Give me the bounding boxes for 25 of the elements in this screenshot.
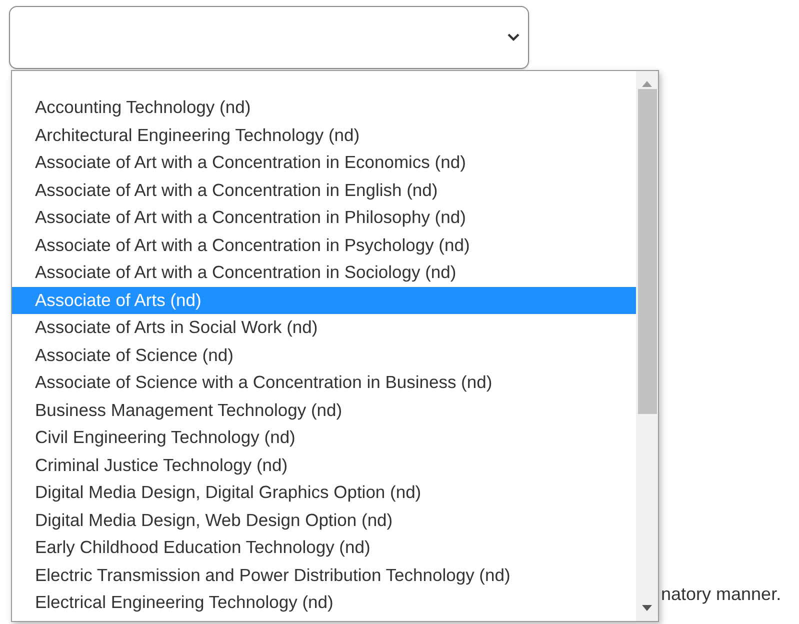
dropdown-option[interactable]: Electric Transmission and Power Distribution Technology (nd)	[12, 562, 636, 589]
dropdown-option[interactable]: Electrical Engineering Technology (nd)	[12, 589, 636, 616]
dropdown-option[interactable]: Civil Engineering Technology (nd)	[12, 424, 636, 452]
scroll-up-icon[interactable]	[642, 80, 652, 87]
dropdown-option[interactable]: Criminal Justice Technology (nd)	[12, 452, 636, 479]
dropdown-option[interactable]: Associate of Art with a Concentration in English (nd)	[12, 176, 636, 204]
dropdown-option[interactable]: Associate of Art with a Concentration in Psychology (nd)	[12, 232, 636, 259]
dropdown-option[interactable]: Associate of Arts in Social Work (nd)	[12, 314, 636, 342]
dropdown-option[interactable]: Business Management Technology (nd)	[12, 396, 636, 424]
scrollbar-thumb[interactable]	[638, 89, 656, 414]
scrollbar[interactable]	[636, 71, 658, 621]
dropdown-option[interactable]: Associate of Science (nd)	[12, 342, 636, 369]
body-text: natory manner.	[661, 584, 782, 604]
dropdown-option[interactable]: Associate of Art with a Concentration in Economics (nd)	[12, 149, 636, 176]
select-field[interactable]	[9, 6, 529, 69]
dropdown-option[interactable]: Accounting Technology (nd)	[12, 94, 636, 122]
dropdown-option[interactable]: Associate of Science with a Concentration in Business (nd)	[12, 369, 636, 396]
dropdown-option[interactable]: Digital Media Design, Digital Graphics Option (nd)	[12, 479, 636, 506]
chevron-down-icon	[507, 33, 520, 42]
dropdown-option[interactable]: Associate of Art with a Concentration in Philosophy (nd)	[12, 204, 636, 232]
dropdown-option[interactable]: Digital Media Design, Web Design Option (nd)	[12, 506, 636, 534]
scroll-down-icon[interactable]	[642, 605, 652, 612]
dropdown-option[interactable]: Early Childhood Education Technology (nd)	[12, 534, 636, 562]
dropdown-option[interactable]: Associate of Art with a Concentration in Sociology (nd)	[12, 259, 636, 286]
dropdown-option[interactable]: Architectural Engineering Technology (nd)	[12, 122, 636, 149]
